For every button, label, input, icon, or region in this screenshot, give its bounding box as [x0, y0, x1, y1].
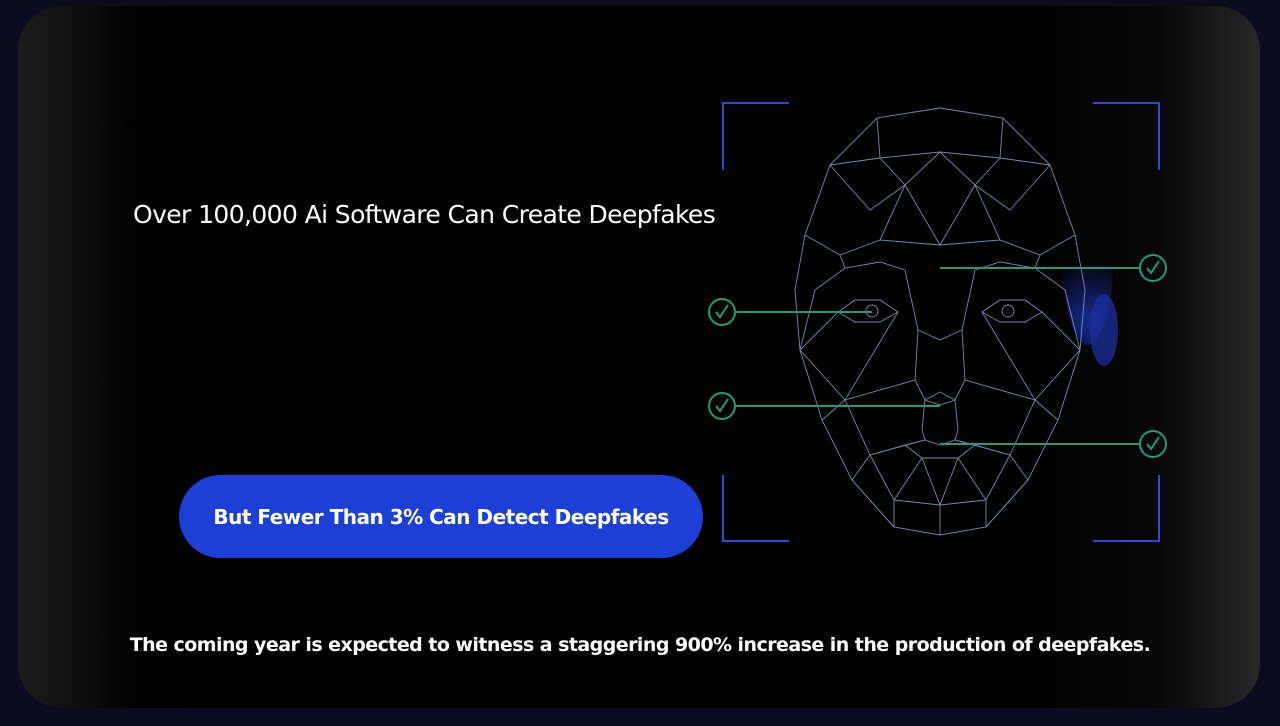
check-circle-icon — [708, 298, 736, 326]
face-glow — [1062, 155, 1118, 366]
check-marker-nose — [708, 392, 940, 420]
face-wireframe — [794, 107, 1086, 536]
check-circle-icon — [1139, 254, 1167, 282]
scan-corner-top-left — [722, 102, 789, 170]
check-marker-eye — [708, 298, 872, 326]
check-circle-icon — [708, 392, 736, 420]
scan-corner-bottom-right — [1093, 475, 1160, 542]
check-circle-icon — [1139, 430, 1167, 458]
scan-corner-bottom-left — [722, 475, 789, 542]
check-marker-mouth — [940, 430, 1167, 458]
face-scan-illustration — [708, 102, 1167, 542]
scan-corner-top-right — [1093, 102, 1160, 170]
stat-footnote: The coming year is expected to witness a… — [129, 634, 1151, 656]
